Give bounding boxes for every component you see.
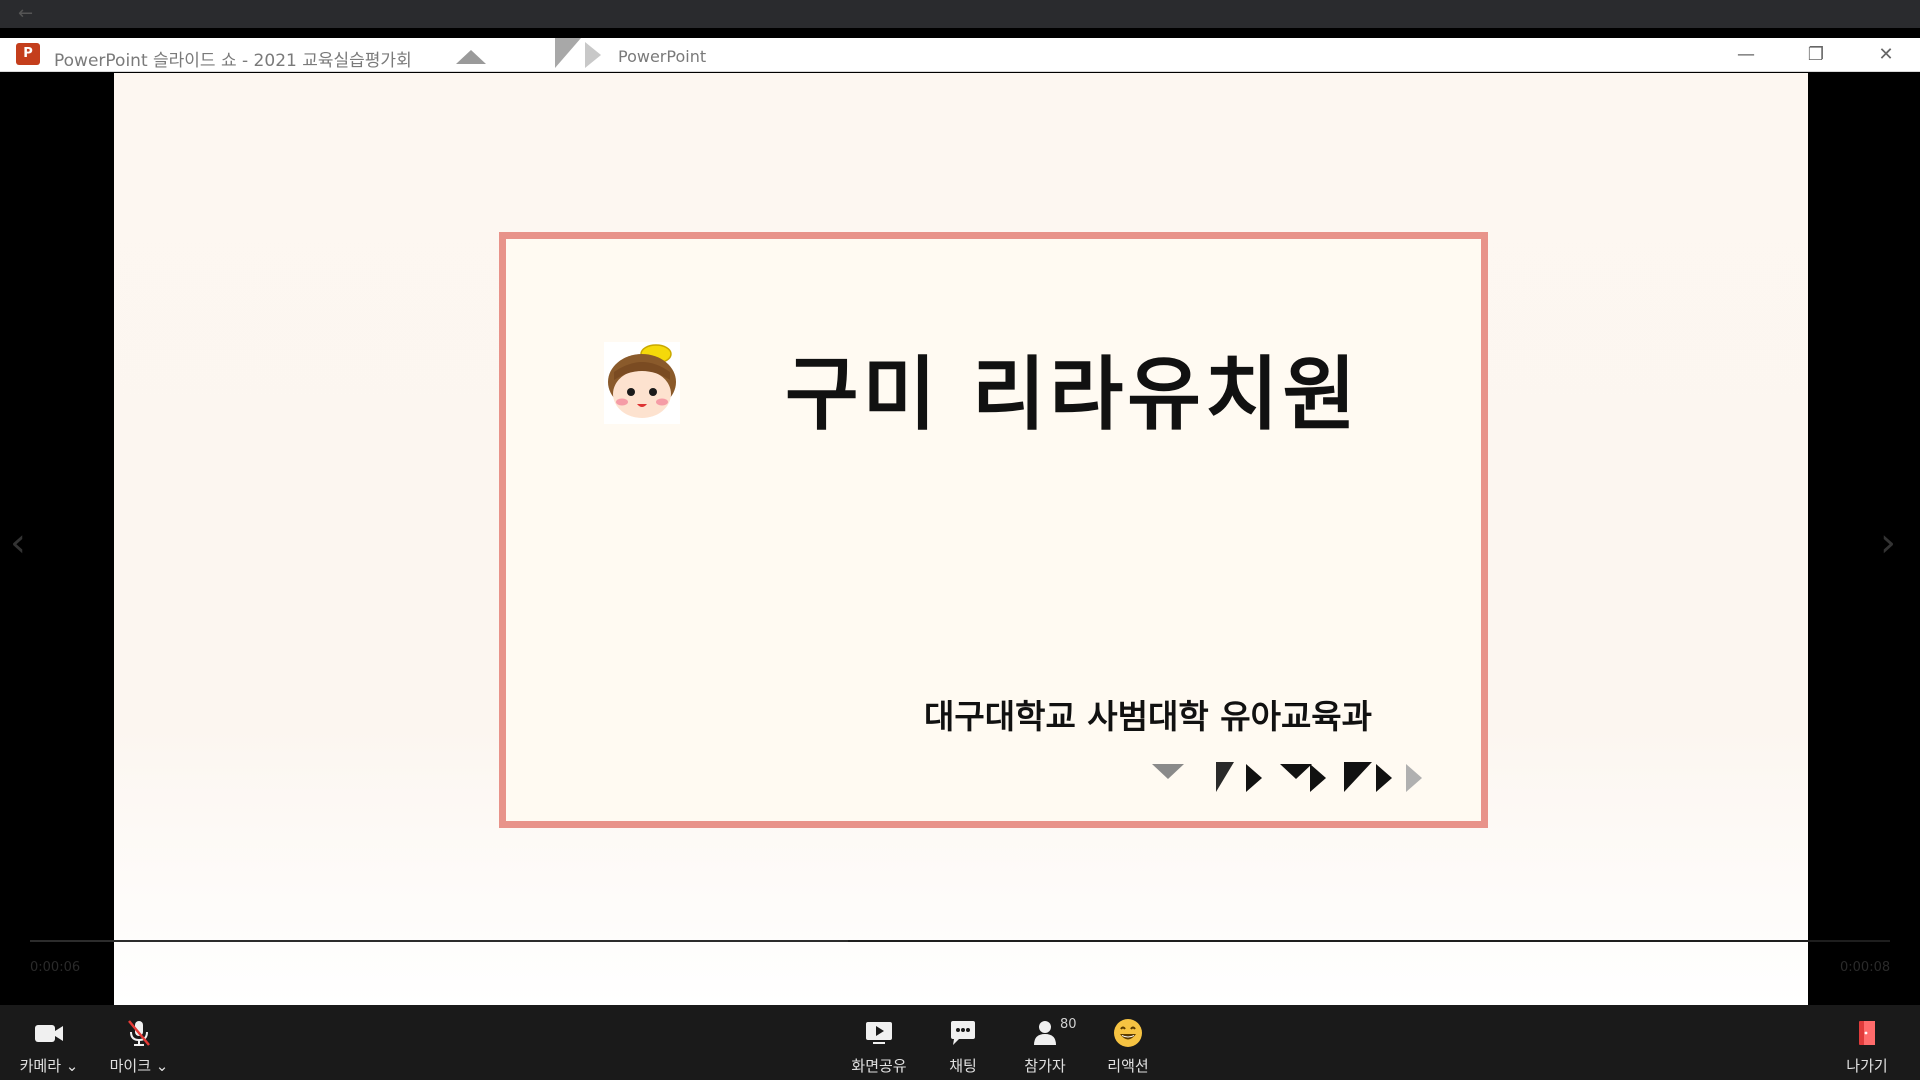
screen-share-icon (866, 1022, 892, 1044)
child-character-icon (604, 342, 680, 424)
back-arrow-icon[interactable]: ← (18, 4, 40, 24)
mic-button[interactable]: 마이크 ⌄ (104, 1005, 174, 1080)
reaction-label: 리액션 (1107, 1057, 1149, 1075)
slide-subtitle: 대구대학교 사범대학 유아교육과 (924, 697, 1373, 736)
close-button[interactable]: ✕ (1866, 42, 1906, 68)
decoration-triangle-icon (1152, 764, 1184, 779)
ppt-titlebar: P PowerPoint 슬라이드 쇼 - 2021 교육실습평가회 Power… (0, 38, 1920, 72)
decoration-triangle-icon (1216, 762, 1234, 792)
chat-icon (951, 1021, 975, 1045)
leave-label: 나가기 (1846, 1057, 1888, 1075)
playback-elapsed: 0:00:06 (30, 960, 81, 975)
exit-door-icon (1859, 1021, 1875, 1045)
camera-button[interactable]: 카메라 ⌄ (14, 1005, 84, 1080)
participants-count: 80 (1060, 1017, 1077, 1032)
playback-progress-fill (30, 940, 849, 942)
mic-muted-icon (128, 1020, 150, 1046)
playback-remaining: 0:00:08 (1840, 960, 1891, 975)
chat-button[interactable]: 채팅 (928, 1005, 998, 1080)
minimize-button[interactable]: — (1726, 42, 1766, 68)
chevron-down-icon[interactable]: ⌄ (156, 1057, 169, 1075)
next-slide-icon[interactable]: › (1880, 520, 1896, 566)
leave-button[interactable]: 나가기 (1832, 1005, 1902, 1080)
decoration-triangle-icon (1344, 762, 1372, 792)
decoration-arrow-icon (1246, 764, 1262, 792)
decoration-arrow-icon (1310, 764, 1326, 792)
reaction-button[interactable]: 리액션 (1093, 1005, 1163, 1080)
powerpoint-logo-icon: P (16, 43, 40, 65)
tab-arrow-icon (585, 42, 601, 68)
meeting-toolbar: 카메라 ⌄ 마이크 ⌄ 화면공유 채팅 80 참가자 리액션 나가기 (0, 1005, 1920, 1080)
slide-title: 구미 리라유치원 (785, 348, 1361, 441)
smile-emoji-icon (1114, 1019, 1142, 1047)
tab-decoration-icon (555, 38, 581, 68)
camera-icon (35, 1025, 63, 1042)
window-title: PowerPoint 슬라이드 쇼 - 2021 교육실습평가회 (54, 51, 412, 71)
camera-label: 카메라 (19, 1057, 62, 1075)
chevron-down-icon[interactable]: ⌄ (66, 1057, 79, 1075)
slide-frame (499, 232, 1488, 828)
restore-button[interactable]: ❐ (1796, 42, 1836, 68)
screen-share-label: 화면공유 (851, 1057, 907, 1075)
participants-button[interactable]: 80 참가자 (1010, 1005, 1080, 1080)
window-title-secondary: PowerPoint (618, 47, 707, 66)
decoration-arrow-icon (1406, 764, 1422, 792)
screen-share-button[interactable]: 화면공유 (844, 1005, 914, 1080)
chat-label: 채팅 (949, 1057, 977, 1075)
mic-label: 마이크 (109, 1057, 152, 1075)
triangle-up-icon (456, 50, 486, 64)
previous-slide-icon[interactable]: ‹ (10, 520, 26, 566)
decoration-triangle-icon (1280, 764, 1312, 779)
decoration-arrow-icon (1376, 764, 1392, 792)
person-icon (1034, 1021, 1056, 1045)
participants-label: 참가자 (1024, 1057, 1066, 1075)
top-strip: ← (0, 0, 1920, 28)
